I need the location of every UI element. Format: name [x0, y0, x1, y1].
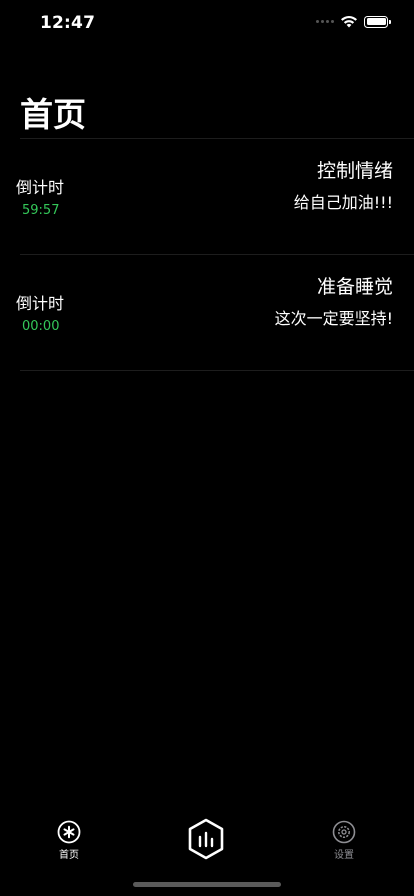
row-divider: [20, 370, 414, 371]
task-name: 准备睡觉: [316, 276, 393, 298]
task-motto: 给自己加油!!!: [293, 193, 393, 212]
tab-statistics[interactable]: [186, 818, 226, 860]
home-indicator[interactable]: [133, 882, 281, 887]
gear-circle-icon: [332, 820, 356, 844]
status-time: 12:47: [40, 13, 96, 33]
status-icons: [316, 15, 391, 28]
hexagon-chart-icon: [188, 818, 224, 860]
countdown-label: 倒计时: [16, 178, 65, 197]
countdown-value: 59:57: [22, 203, 60, 218]
task-motto: 这次一定要坚持!: [274, 309, 393, 328]
tab-home[interactable]: 首页: [39, 820, 99, 861]
tab-home-label: 首页: [59, 850, 79, 861]
countdown-value: 00:00: [22, 319, 60, 334]
countdown-label: 倒计时: [16, 294, 65, 313]
cellular-signal-icon: [316, 20, 334, 23]
task-row[interactable]: 倒计时 59:57 控制情绪 给自己加油!!!: [0, 139, 414, 255]
asterisk-circle-icon: [57, 820, 81, 844]
battery-icon: [364, 15, 391, 28]
task-row[interactable]: 倒计时 00:00 准备睡觉 这次一定要坚持!: [0, 255, 414, 371]
wifi-icon: [341, 16, 357, 28]
status-bar: 12:47: [0, 0, 414, 47]
task-name: 控制情绪: [316, 160, 393, 182]
tab-settings-label: 设置: [334, 850, 354, 861]
tab-settings[interactable]: 设置: [314, 820, 374, 861]
page-title: 首页: [20, 95, 86, 134]
